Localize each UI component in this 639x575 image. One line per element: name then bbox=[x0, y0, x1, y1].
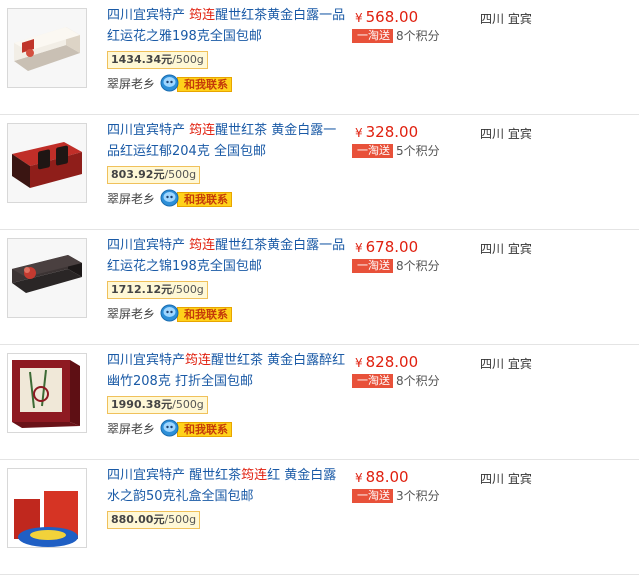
title-highlight: 筠连 bbox=[189, 8, 216, 23]
list-item: 四川宜宾特产筠连醒世红茶 黄金白露醉红幽竹208克 打折全国包邮 1990.38… bbox=[0, 345, 639, 460]
shop-name-link[interactable]: 翠屏老乡 bbox=[107, 305, 155, 322]
product-list: 四川宜宾特产 筠连醒世红茶黄金白露一品红运花之雅198克全国包邮 1434.34… bbox=[0, 0, 639, 575]
price-value: 678.00 bbox=[365, 238, 419, 256]
unit-price-value: 1990.38元 bbox=[111, 398, 173, 411]
wangwang-chat-icon bbox=[160, 304, 179, 322]
contact-label: 和我联系 bbox=[177, 422, 232, 437]
product-title-link[interactable]: 四川宜宾特产 筠连醒世红茶黄金白露一品红运花之雅198克全国包邮 bbox=[107, 5, 347, 47]
shop-name-link[interactable]: 翠屏老乡 bbox=[107, 190, 155, 207]
yitao-badge: 一淘送 bbox=[352, 144, 393, 158]
wangwang-chat-icon bbox=[160, 189, 179, 207]
unit-price-value: 1712.12元 bbox=[111, 283, 173, 296]
unit-price-value: 1434.34元 bbox=[111, 53, 173, 66]
product-title-link[interactable]: 四川宜宾特产筠连醒世红茶 黄金白露醉红幽竹208克 打折全国包邮 bbox=[107, 350, 347, 392]
unit-price-value: 880.00元 bbox=[111, 513, 165, 526]
title-prefix: 四川宜宾特产 bbox=[107, 353, 186, 368]
title-highlight: 筠连 bbox=[189, 123, 216, 138]
product-price: ¥568.00 bbox=[355, 8, 418, 27]
points-text: 5个积分 bbox=[396, 144, 440, 158]
unit-price-tag: 880.00元/500g bbox=[107, 511, 201, 529]
list-item: 四川宜宾特产 醒世红茶筠连红 黄金白露 水之韵50克礼盒全国包邮 880.00元… bbox=[0, 460, 639, 575]
title-highlight: 筠连 bbox=[241, 468, 268, 483]
unit-price-suffix: /500g bbox=[164, 168, 197, 181]
seller-location: 四川 宜宾 bbox=[480, 127, 532, 141]
product-price: ¥678.00 bbox=[355, 238, 418, 257]
price-value: 568.00 bbox=[365, 8, 419, 26]
product-price: ¥88.00 bbox=[355, 468, 409, 487]
unit-price-suffix: /500g bbox=[172, 398, 204, 411]
product-thumbnail[interactable] bbox=[7, 238, 87, 318]
tea-gift-box-dark-icon bbox=[8, 239, 86, 317]
product-price: ¥328.00 bbox=[355, 123, 418, 142]
tea-gift-box-blue-icon bbox=[8, 469, 86, 547]
title-prefix: 四川宜宾特产 醒世红茶 bbox=[107, 468, 242, 483]
currency-symbol: ¥ bbox=[355, 11, 363, 25]
wangwang-chat-icon bbox=[160, 74, 179, 92]
seller-location: 四川 宜宾 bbox=[480, 472, 532, 486]
list-item: 四川宜宾特产 筠连醒世红茶黄金白露一品红运花之雅198克全国包邮 1434.34… bbox=[0, 0, 639, 115]
price-value: 328.00 bbox=[365, 123, 419, 141]
currency-symbol: ¥ bbox=[355, 356, 363, 370]
wangwang-chat-icon bbox=[160, 419, 179, 437]
yitao-badge: 一淘送 bbox=[352, 29, 393, 43]
points-text: 8个积分 bbox=[396, 374, 440, 388]
seller-location: 四川 宜宾 bbox=[480, 357, 532, 371]
unit-price-suffix: /500g bbox=[172, 53, 204, 66]
product-thumbnail[interactable] bbox=[7, 468, 87, 548]
seller-location: 四川 宜宾 bbox=[480, 12, 532, 26]
contact-label: 和我联系 bbox=[177, 77, 232, 92]
yitao-badge: 一淘送 bbox=[352, 259, 393, 273]
contact-label: 和我联系 bbox=[177, 192, 232, 207]
list-item: 四川宜宾特产 筠连醒世红茶 黄金白露一品红运红郁204克 全国包邮 803.92… bbox=[0, 115, 639, 230]
product-thumbnail[interactable] bbox=[7, 123, 87, 203]
product-price: ¥828.00 bbox=[355, 353, 418, 372]
yitao-badge: 一淘送 bbox=[352, 374, 393, 388]
title-highlight: 筠连 bbox=[189, 238, 216, 253]
price-value: 828.00 bbox=[365, 353, 419, 371]
currency-symbol: ¥ bbox=[355, 471, 363, 485]
points-text: 8个积分 bbox=[396, 29, 440, 43]
seller-location: 四川 宜宾 bbox=[480, 242, 532, 256]
tea-gift-box-red-icon bbox=[8, 124, 86, 202]
points-text: 3个积分 bbox=[396, 489, 440, 503]
product-title-link[interactable]: 四川宜宾特产 筠连醒世红茶 黄金白露一品红运红郁204克 全国包邮 bbox=[107, 120, 347, 162]
unit-price-value: 803.92元 bbox=[111, 168, 165, 181]
title-highlight: 筠连 bbox=[185, 353, 212, 368]
product-thumbnail[interactable] bbox=[7, 8, 87, 88]
unit-price-suffix: /500g bbox=[172, 283, 204, 296]
unit-price-tag: 1434.34元/500g bbox=[107, 51, 208, 69]
price-value: 88.00 bbox=[365, 468, 409, 486]
points-text: 8个积分 bbox=[396, 259, 440, 273]
contact-label: 和我联系 bbox=[177, 307, 232, 322]
shop-name-link[interactable]: 翠屏老乡 bbox=[107, 75, 155, 92]
currency-symbol: ¥ bbox=[355, 126, 363, 140]
unit-price-tag: 803.92元/500g bbox=[107, 166, 201, 184]
unit-price-suffix: /500g bbox=[164, 513, 197, 526]
currency-symbol: ¥ bbox=[355, 241, 363, 255]
unit-price-tag: 1712.12元/500g bbox=[107, 281, 208, 299]
tea-gift-box-bamboo-icon bbox=[8, 354, 86, 432]
title-prefix: 四川宜宾特产 bbox=[107, 123, 190, 138]
title-prefix: 四川宜宾特产 bbox=[107, 238, 190, 253]
product-thumbnail[interactable] bbox=[7, 353, 87, 433]
product-title-link[interactable]: 四川宜宾特产 筠连醒世红茶黄金白露一品红运花之锦198克全国包邮 bbox=[107, 235, 347, 277]
shop-name-link[interactable]: 翠屏老乡 bbox=[107, 420, 155, 437]
tea-gift-box-white-icon bbox=[8, 9, 86, 87]
title-prefix: 四川宜宾特产 bbox=[107, 8, 190, 23]
yitao-badge: 一淘送 bbox=[352, 489, 393, 503]
unit-price-tag: 1990.38元/500g bbox=[107, 396, 208, 414]
product-title-link[interactable]: 四川宜宾特产 醒世红茶筠连红 黄金白露 水之韵50克礼盒全国包邮 bbox=[107, 465, 347, 507]
list-item: 四川宜宾特产 筠连醒世红茶黄金白露一品红运花之锦198克全国包邮 1712.12… bbox=[0, 230, 639, 345]
